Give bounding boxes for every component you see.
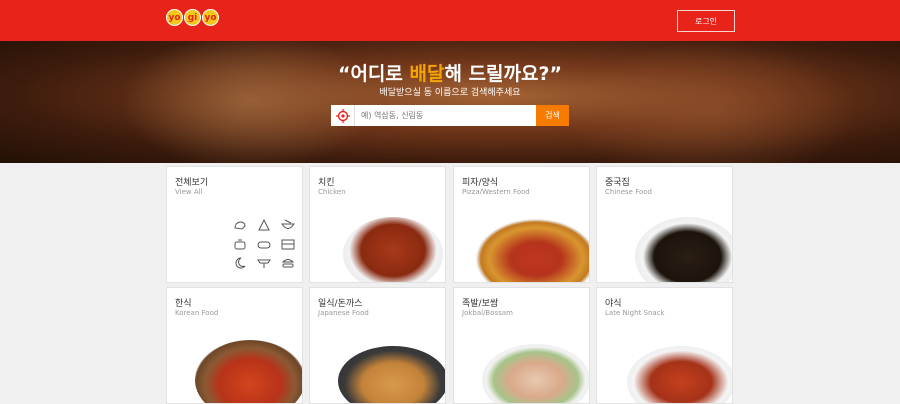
category-subtitle: Pizza/Western Food xyxy=(462,188,530,196)
category-card-chinese[interactable]: 중국집 Chinese Food xyxy=(596,166,733,283)
bowl-icon xyxy=(281,219,295,231)
late-night-photo xyxy=(627,346,732,403)
address-search-bar: 검색 xyxy=(331,105,569,126)
current-location-button[interactable] xyxy=(331,105,355,126)
hero-banner: “어디로 배달해 드릴까요?” 배달받으실 동 이름으로 검색해주세요 검색 xyxy=(0,41,900,163)
category-title: 한식 xyxy=(175,299,192,309)
pizza-icon xyxy=(257,219,271,231)
logo-letter: yo xyxy=(166,9,183,26)
category-card-japanese[interactable]: 일식/돈까스 Japanese Food xyxy=(309,287,446,404)
stew-photo xyxy=(195,340,302,403)
store-icon xyxy=(257,257,271,269)
address-search-input[interactable] xyxy=(355,105,536,126)
category-title: 피자/양식 xyxy=(462,178,499,188)
logo-letter: gi xyxy=(184,9,201,26)
location-target-icon xyxy=(335,108,350,123)
category-card-chicken[interactable]: 치킨 Chicken xyxy=(309,166,446,283)
category-card-pizza[interactable]: 피자/양식 Pizza/Western Food xyxy=(453,166,590,283)
search-button[interactable]: 검색 xyxy=(536,105,569,126)
sushi-icon xyxy=(257,238,271,250)
hero-title: “어디로 배달해 드릴까요?” xyxy=(337,63,563,85)
category-title: 전체보기 xyxy=(175,178,209,188)
category-subtitle: Late Night Snack xyxy=(605,309,665,317)
yogiyo-logo[interactable]: yo gi yo xyxy=(166,9,219,26)
category-subtitle: View All xyxy=(175,188,203,196)
logo-letter: yo xyxy=(202,9,219,26)
category-title: 중국집 xyxy=(605,178,630,188)
lunchbox-icon xyxy=(281,238,295,250)
burger-icon xyxy=(281,257,295,269)
pizza-photo xyxy=(476,219,589,282)
category-subtitle: Chicken xyxy=(318,188,346,196)
category-subtitle: Chinese Food xyxy=(605,188,652,196)
category-subtitle: Korean Food xyxy=(175,309,219,317)
bossam-photo xyxy=(482,344,589,403)
jajangmyeon-photo xyxy=(635,217,732,282)
moon-icon xyxy=(233,257,247,269)
category-icons xyxy=(233,219,295,269)
category-subtitle: Jokbal/Bossam xyxy=(462,309,513,317)
category-title: 일식/돈까스 xyxy=(318,299,363,309)
category-title: 야식 xyxy=(605,299,622,309)
chicken-photo xyxy=(343,217,443,282)
category-title: 족발/보쌈 xyxy=(462,299,499,309)
hero-subtitle: 배달받으실 동 이름으로 검색해주세요 xyxy=(379,88,521,98)
category-title: 치킨 xyxy=(318,178,335,188)
category-card-jokbal[interactable]: 족발/보쌈 Jokbal/Bossam xyxy=(453,287,590,404)
hero-title-accent: 배달 xyxy=(409,63,445,85)
category-card-view-all[interactable]: 전체보기 View All xyxy=(166,166,303,283)
category-card-korean[interactable]: 한식 Korean Food xyxy=(166,287,303,404)
tonkatsu-photo xyxy=(338,346,445,403)
category-subtitle: Japanese Food xyxy=(318,309,369,317)
category-card-late-night[interactable]: 야식 Late Night Snack xyxy=(596,287,733,404)
top-navigation-bar: yo gi yo 로그인 xyxy=(0,0,900,41)
pot-icon xyxy=(233,238,247,250)
login-button[interactable]: 로그인 xyxy=(677,10,735,32)
chicken-icon xyxy=(233,219,247,231)
